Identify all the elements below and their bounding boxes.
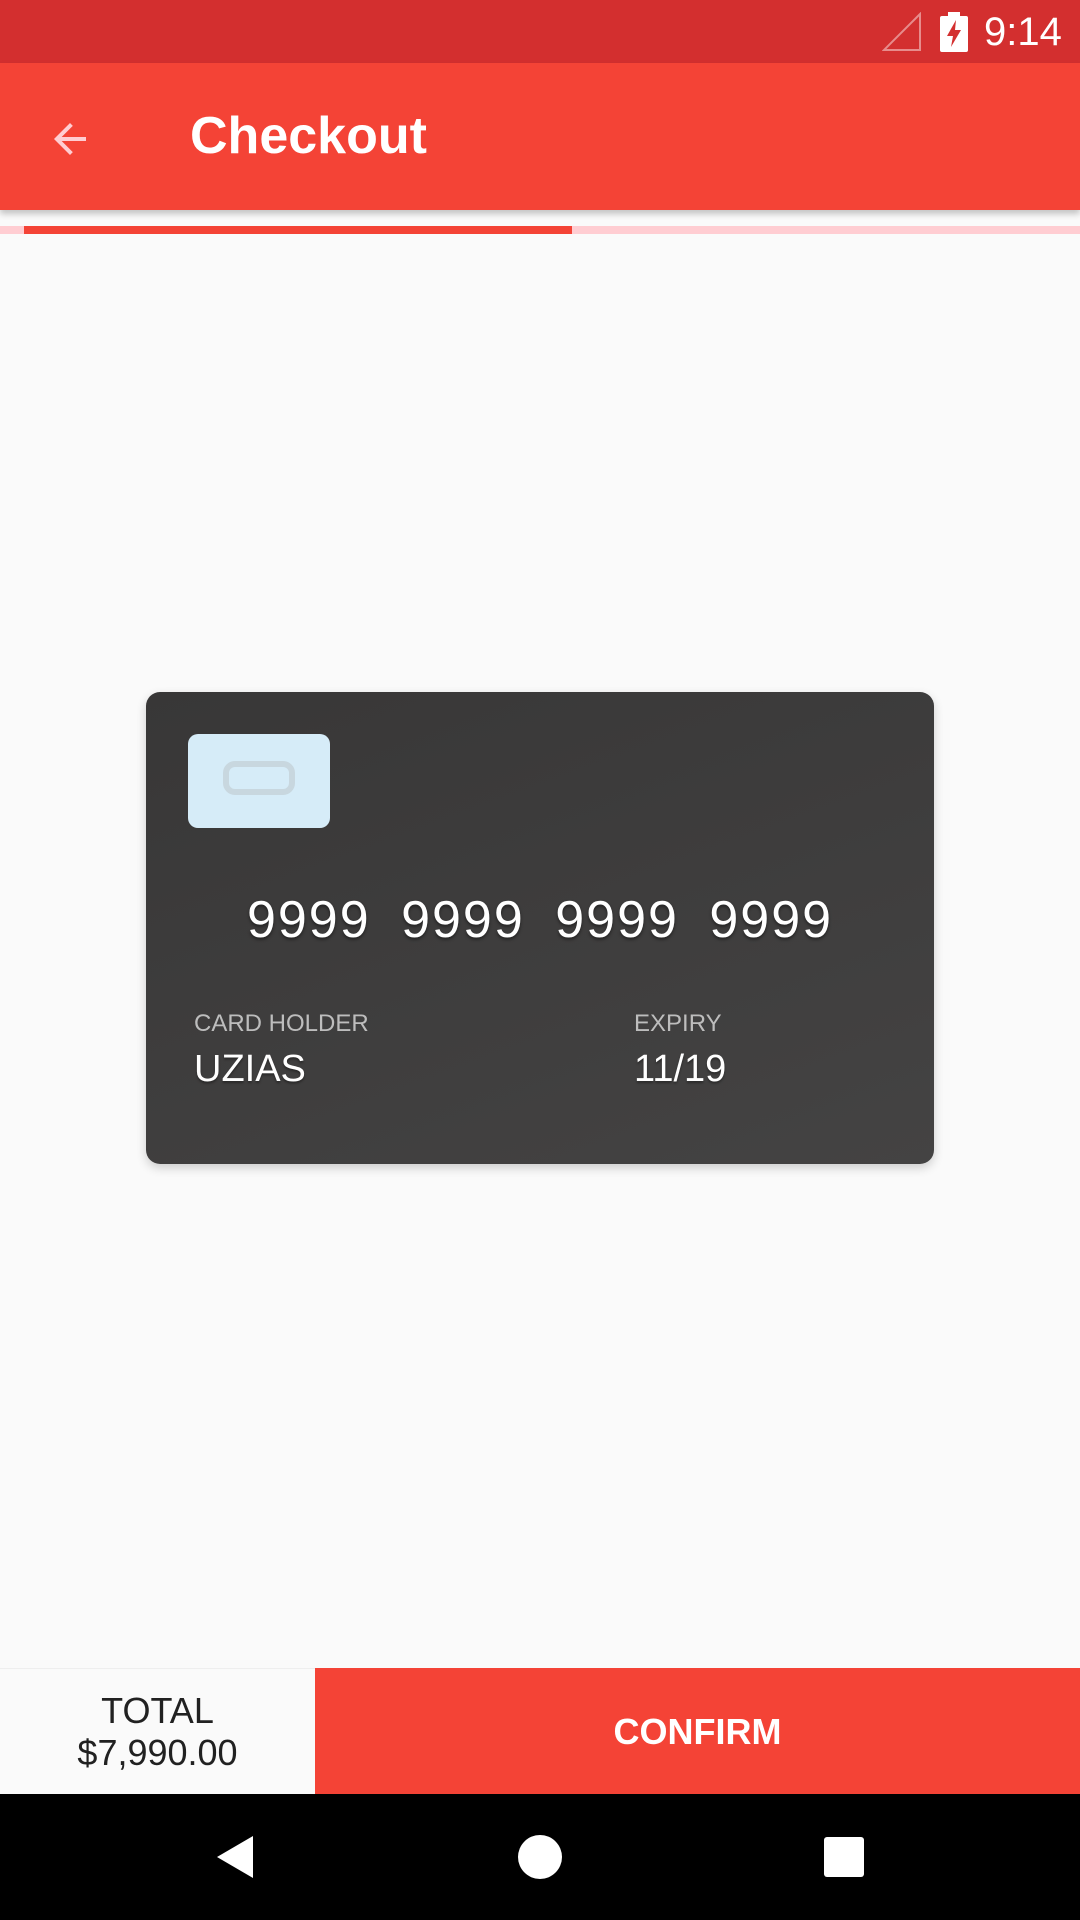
battery-charging-icon (940, 12, 968, 52)
recents-square-icon (824, 1837, 864, 1877)
page-title: Checkout (190, 107, 427, 165)
total-amount: $7,990.00 (77, 1732, 238, 1773)
card-number: 9999 9999 9999 9999 (246, 891, 834, 949)
back-button[interactable] (30, 99, 110, 179)
confirm-button[interactable]: CONFIRM (315, 1668, 1080, 1795)
nav-recents-button[interactable] (804, 1817, 884, 1897)
checkout-bottom-bar: TOTAL $7,990.00 CONFIRM (0, 1668, 1080, 1795)
status-bar: 9:14 (0, 0, 1080, 63)
credit-card[interactable]: 9999 9999 9999 9999 CARD HOLDER UZIAS EX… (146, 692, 934, 1164)
checkout-screen: 9:14 Checkout 9999 9999 9999 9999 CARD H… (0, 0, 1080, 1920)
chip-contact (223, 761, 295, 795)
signal-icon (882, 12, 921, 51)
back-triangle-icon (217, 1836, 253, 1878)
nav-back-button[interactable] (196, 1817, 276, 1897)
status-time: 9:14 (984, 10, 1062, 54)
progress-fill (24, 226, 572, 234)
nav-home-button[interactable] (500, 1817, 580, 1897)
system-navigation-bar (0, 1794, 1080, 1920)
home-circle-icon (518, 1835, 562, 1879)
app-bar: Checkout (0, 63, 1080, 210)
arrow-back-icon (54, 123, 86, 155)
card-chip-icon (188, 734, 330, 828)
total-label: TOTAL (101, 1690, 214, 1731)
expiry-value: 11/19 (634, 1048, 727, 1090)
checkout-progress-bar (0, 226, 1080, 234)
card-holder-name: UZIAS (194, 1048, 306, 1090)
total-summary: TOTAL $7,990.00 (0, 1669, 315, 1795)
expiry-label: EXPIRY (634, 1010, 722, 1037)
card-holder-label: CARD HOLDER (194, 1010, 369, 1037)
